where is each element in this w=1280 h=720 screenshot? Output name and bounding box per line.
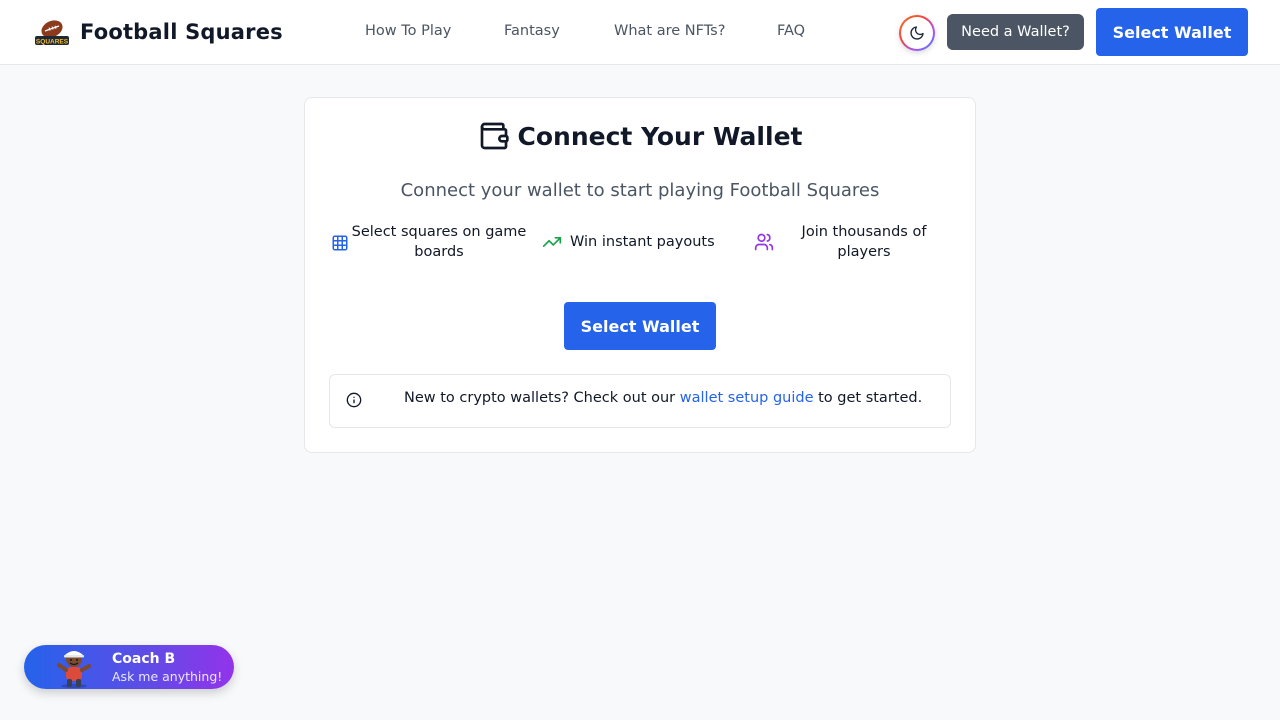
- card-subtitle: Connect your wallet to start playing Foo…: [400, 180, 880, 201]
- nav-what-are-nfts[interactable]: What are NFTs?: [614, 23, 725, 39]
- coach-name: Coach B: [112, 651, 176, 667]
- coach-chat-button[interactable]: Coach B Ask me anything!: [24, 645, 234, 689]
- feature-select-squares: Select squares on game boards: [331, 222, 531, 262]
- feature-text: Win instant payouts: [570, 234, 715, 250]
- select-wallet-button[interactable]: Select Wallet: [564, 302, 716, 350]
- feature-instant-payouts: Win instant payouts: [542, 222, 742, 262]
- info-icon: [346, 392, 362, 408]
- feature-join-players: Join thousands of players: [754, 222, 954, 262]
- card-title: Connect Your Wallet: [517, 121, 803, 151]
- notice-text-before: New to crypto wallets? Check out our: [404, 390, 680, 406]
- coach-avatar-icon: [57, 651, 91, 688]
- card-title-row: Connect Your Wallet: [305, 120, 975, 152]
- wallet-setup-guide-link[interactable]: wallet setup guide: [680, 390, 814, 406]
- feature-text: Join thousands of players: [801, 224, 927, 260]
- brand[interactable]: SQUARES Football Squares: [34, 17, 283, 47]
- notice-text: New to crypto wallets? Check out our wal…: [404, 390, 922, 406]
- brand-name: Football Squares: [80, 20, 283, 44]
- coach-subtitle: Ask me anything!: [112, 669, 223, 684]
- notice-text-after: to get started.: [813, 390, 923, 406]
- moon-icon: [910, 26, 924, 40]
- top-header: SQUARES Football Squares How To Play Fan…: [0, 0, 1280, 65]
- nav-how-to-play[interactable]: How To Play: [365, 23, 451, 39]
- select-wallet-header-button[interactable]: Select Wallet: [1096, 8, 1248, 56]
- wallet-icon: [480, 122, 509, 150]
- trending-up-icon: [542, 237, 562, 247]
- nav-faq[interactable]: FAQ: [777, 23, 805, 39]
- svg-text:SQUARES: SQUARES: [36, 39, 69, 46]
- need-wallet-button[interactable]: Need a Wallet?: [947, 14, 1084, 50]
- grid-icon: [332, 235, 348, 251]
- theme-toggle-button[interactable]: [899, 15, 935, 51]
- nav-fantasy[interactable]: Fantasy: [504, 23, 560, 39]
- football-logo-icon: SQUARES: [35, 20, 69, 46]
- wallet-guide-notice: New to crypto wallets? Check out our wal…: [329, 374, 951, 428]
- connect-wallet-card: Connect Your Wallet Connect your wallet …: [304, 97, 976, 453]
- users-icon: [754, 233, 774, 251]
- feature-text: Select squares on game boards: [351, 224, 527, 260]
